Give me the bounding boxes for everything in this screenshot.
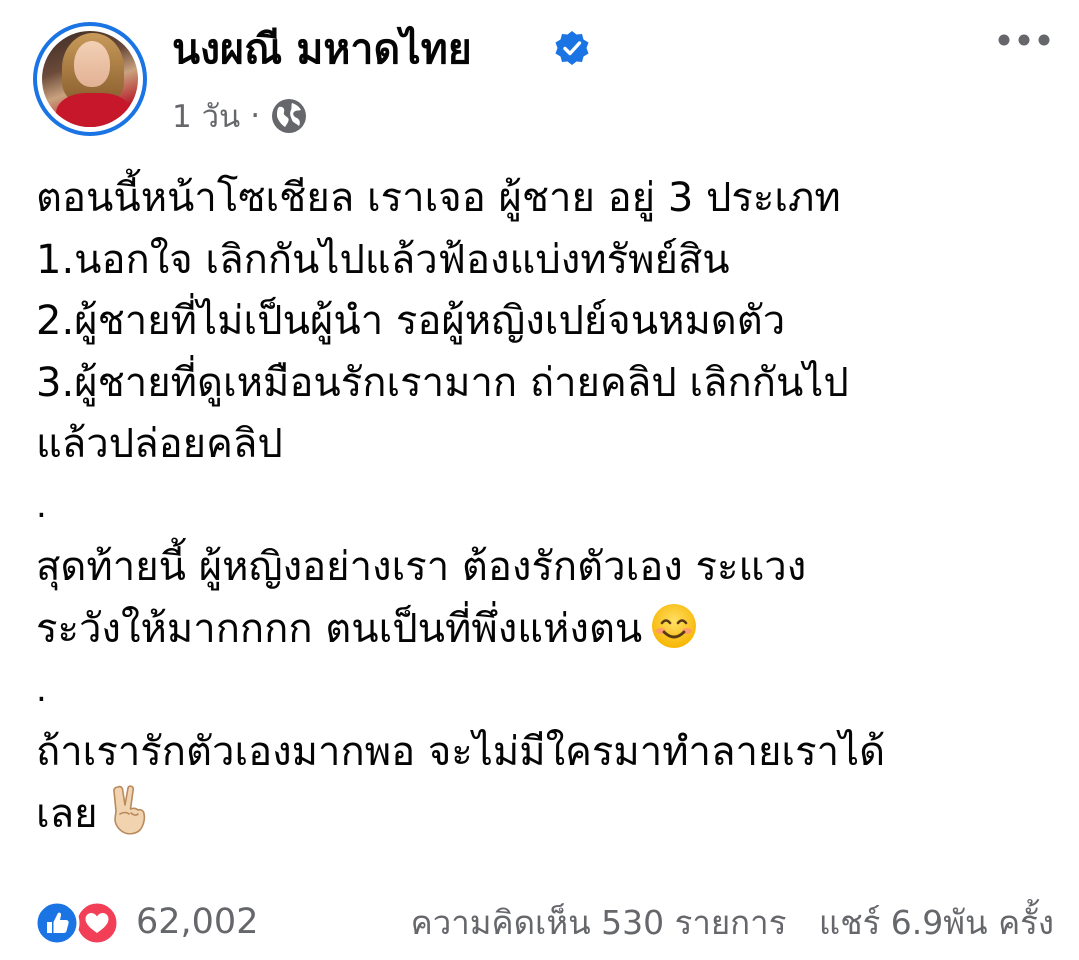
reaction-icons[interactable] xyxy=(34,898,126,946)
post-line: แล้วปล่อยคลิป xyxy=(36,421,283,467)
verified-badge-icon xyxy=(555,31,589,65)
post-line: . xyxy=(36,670,47,710)
post-timestamp[interactable]: 1 วัน xyxy=(172,91,240,141)
post-line: 2.ผู้ชายที่ไม่เป็นผู้นำ รอผู้หญิงเปย์จนห… xyxy=(36,298,786,344)
meta-separator: · xyxy=(250,98,261,134)
share-count-link[interactable]: แชร์ 6.9พัน ครั้ง xyxy=(819,903,1054,942)
post-meta: 1 วัน · xyxy=(172,94,308,138)
post-line: ตอนนี้หน้าโซเชียล เราเจอ ผู้ชาย อยู่ 3 ป… xyxy=(36,175,841,221)
more-options-icon[interactable] xyxy=(996,30,1052,50)
post-footer: 62,002 ความคิดเห็น 530 รายการ แชร์ 6.9พั… xyxy=(34,892,1054,952)
post-line-with-emoji: ระวังให้มากกกก ตนเป็นที่พึ่งแห่งตน xyxy=(36,599,1056,661)
post-line: 3.ผู้ชายที่ดูเหมือนรักเรามาก ถ่ายคลิป เล… xyxy=(36,359,849,406)
avatar[interactable] xyxy=(33,22,147,136)
author-name[interactable]: นงผณี มหาดไทย xyxy=(172,22,472,76)
post-line: 1.นอกใจ เลิกกันไปแล้วฟ้องแบ่งทรัพย์สิน xyxy=(36,236,730,283)
smiling-face-emoji-icon xyxy=(652,603,697,648)
comment-count-link[interactable]: ความคิดเห็น 530 รายการ xyxy=(411,903,787,942)
victory-hand-emoji-icon xyxy=(112,785,145,835)
post-header: นงผณี มหาดไทย 1 วัน · xyxy=(0,0,1079,150)
globe-icon[interactable] xyxy=(270,97,308,135)
post-text: ตอนนี้หน้าโซเชียล เราเจอ ผู้ชาย อยู่ 3 ป… xyxy=(36,168,1056,845)
engagement-stats: ความคิดเห็น 530 รายการ แชร์ 6.9พัน ครั้ง xyxy=(389,896,1054,949)
post-line: ถ้าเรารักตัวเองมากพอ จะไม่มีใครมาทำลายเร… xyxy=(36,728,886,775)
like-reaction-icon xyxy=(34,900,80,946)
post-line: สุดท้ายนี้ ผู้หญิงอย่างเรา ต้องรักตัวเอง… xyxy=(36,544,807,590)
love-reaction-icon xyxy=(74,900,120,946)
avatar-image xyxy=(42,31,138,127)
post-line: เลย xyxy=(36,791,98,837)
post-line-with-emoji: เลย xyxy=(36,783,1056,845)
post-line: . xyxy=(36,485,47,526)
post-line: ระวังให้มากกกก ตนเป็นที่พึ่งแห่งตน xyxy=(36,605,643,652)
reaction-count[interactable]: 62,002 xyxy=(136,902,258,942)
